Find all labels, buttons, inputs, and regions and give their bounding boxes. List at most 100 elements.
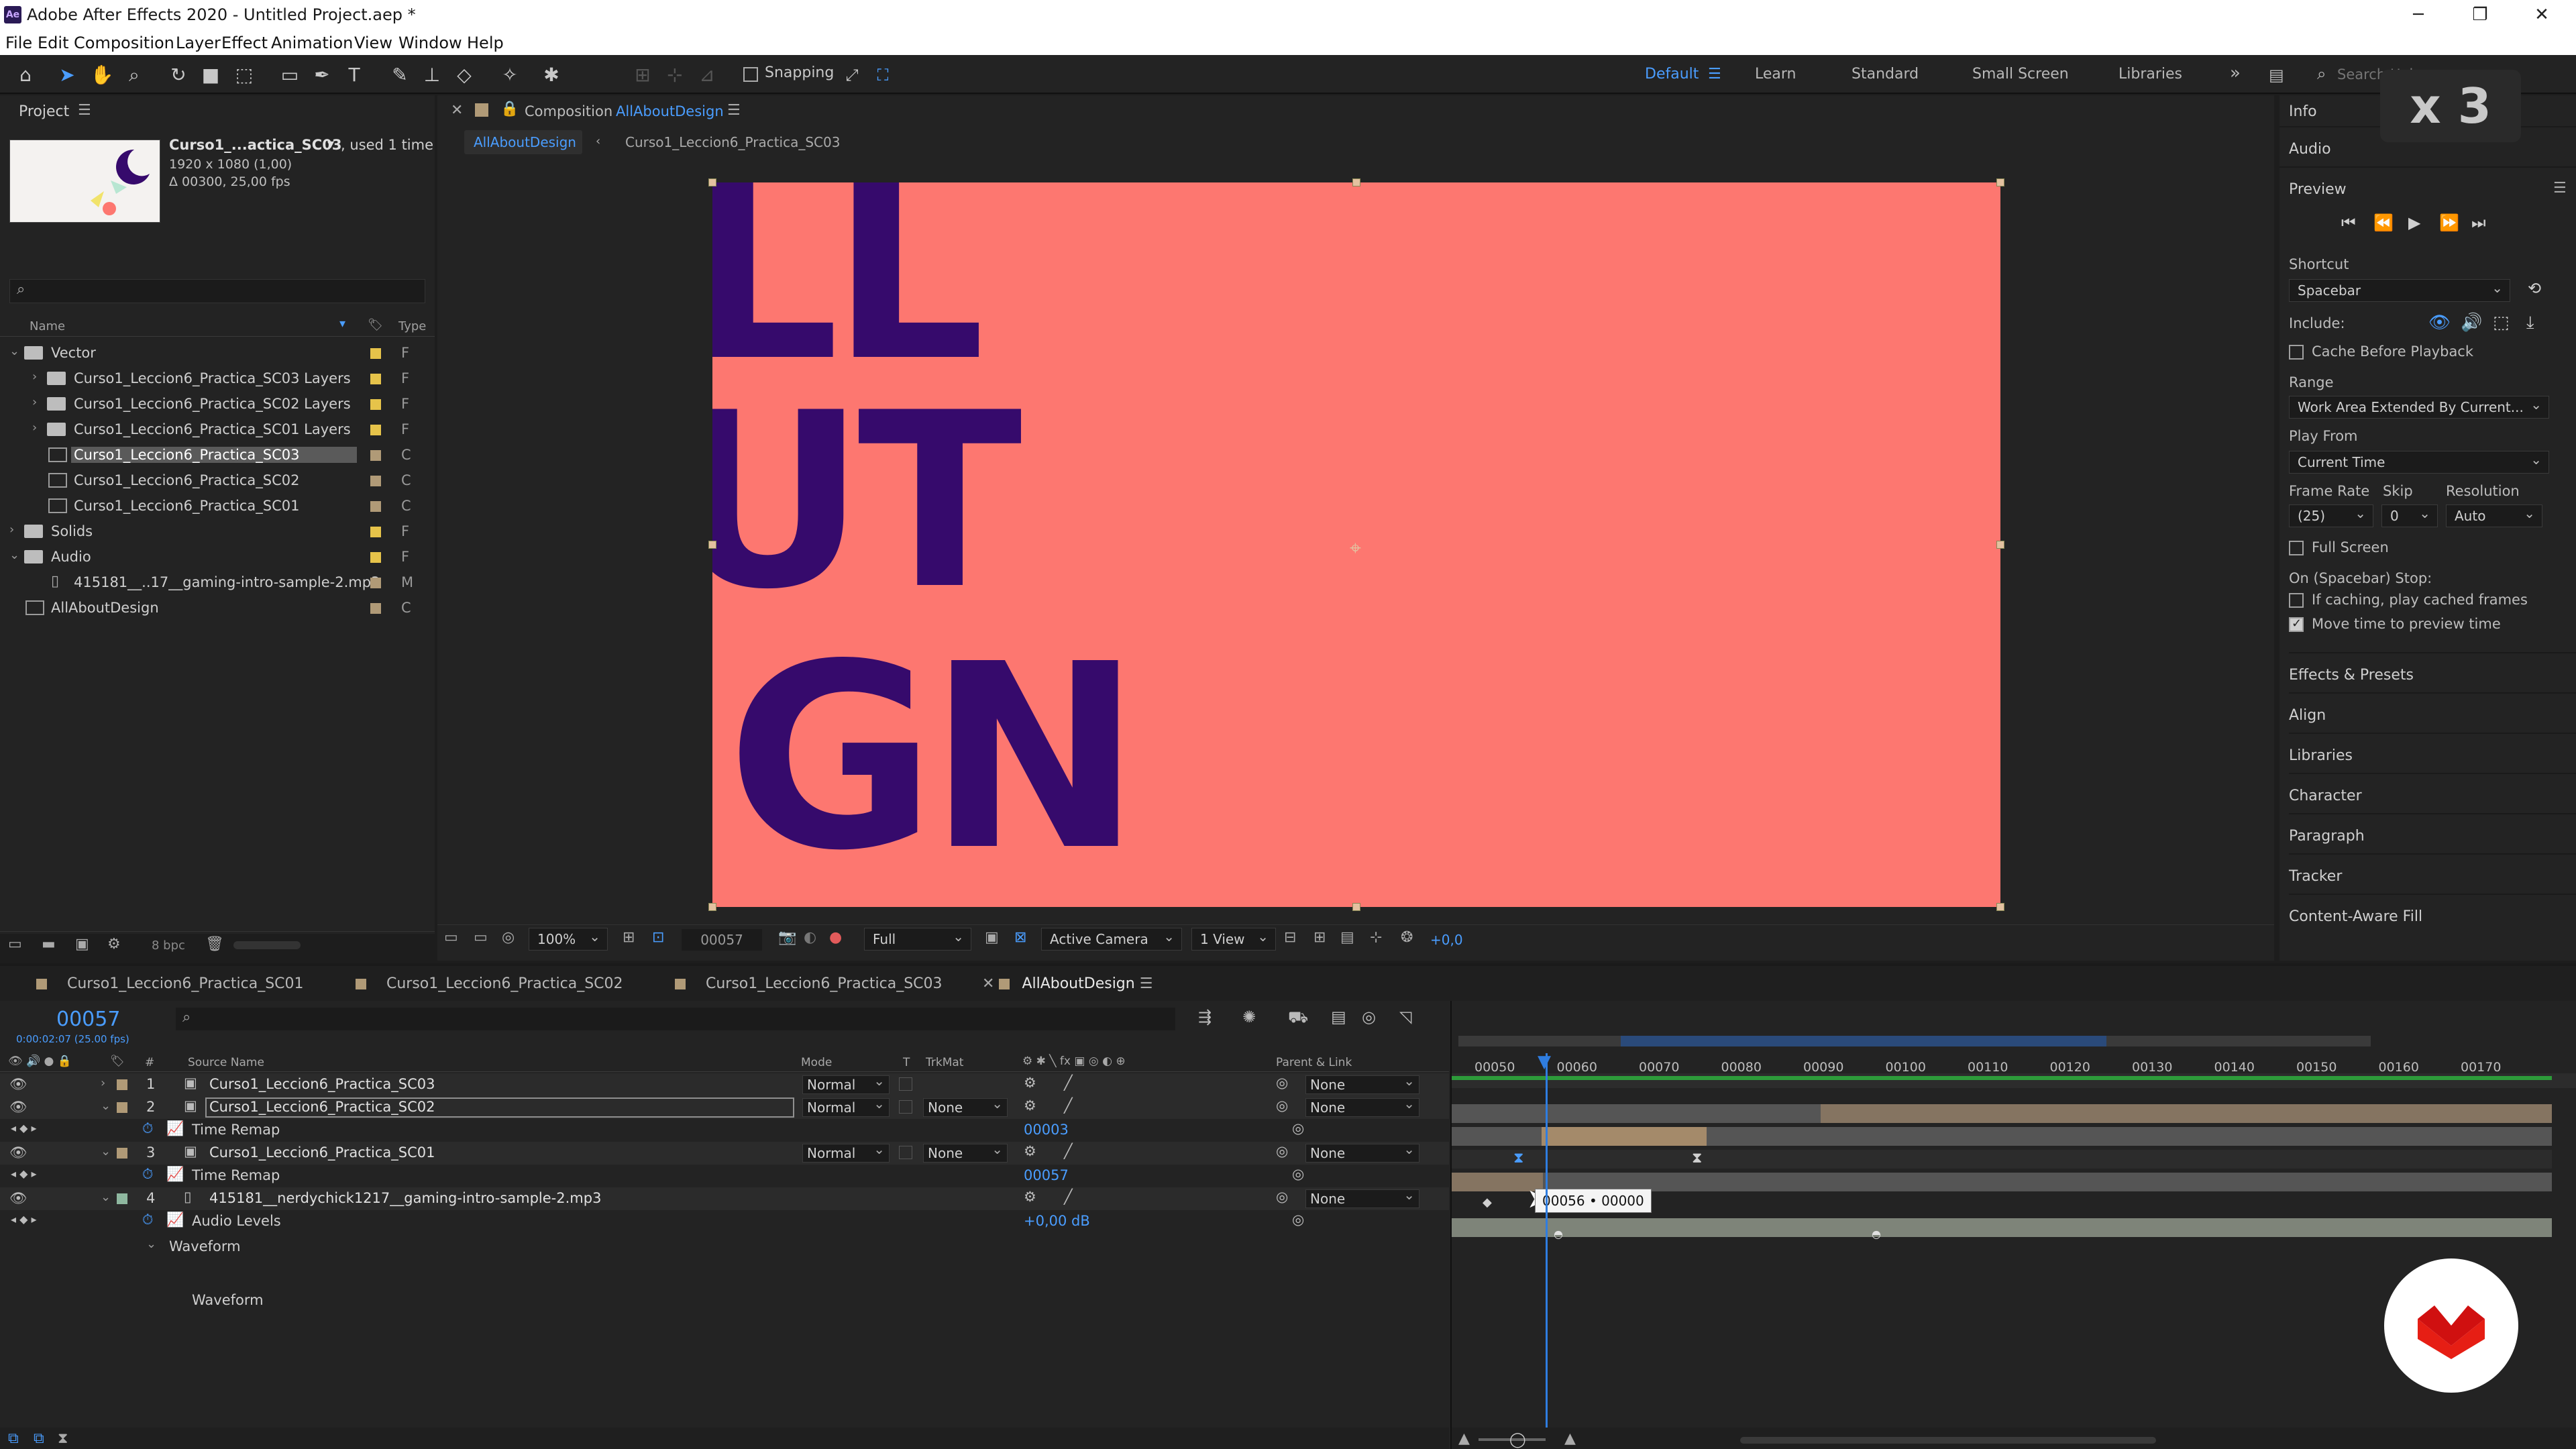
audio-keyframe-icon[interactable]: ◓ — [1554, 1228, 1563, 1240]
layer-label-swatch[interactable] — [117, 1193, 127, 1204]
parent-pickwhip-icon[interactable]: ◎ — [1276, 1097, 1288, 1114]
composition-canvas[interactable]: LL UT IGN ⌖ — [712, 182, 2000, 907]
transform-handle[interactable] — [1352, 903, 1360, 911]
workspace-small-screen[interactable]: Small Screen — [1972, 66, 2069, 83]
chevron-right-icon[interactable]: › — [32, 421, 37, 435]
label-color-swatch[interactable] — [370, 603, 381, 614]
comp-mini-flowchart-icon[interactable]: ⇶ — [1198, 1008, 1212, 1026]
preview-panel-title[interactable]: Preview — [2289, 181, 2347, 198]
zoom-tool-icon[interactable]: ⌕ — [122, 63, 146, 87]
project-menu-icon[interactable]: ☰ — [78, 102, 91, 119]
chevron-right-icon[interactable]: › — [9, 523, 14, 537]
audio-keyframe-icon[interactable]: ◓ — [1872, 1228, 1881, 1240]
chevron-right-icon[interactable]: › — [32, 370, 37, 384]
project-settings-icon[interactable]: ⚙ — [107, 936, 121, 953]
sort-arrow-icon[interactable]: ▾ — [339, 317, 345, 331]
workspace-default[interactable]: Default — [1645, 66, 1699, 83]
twirl-icon[interactable]: › — [101, 1076, 105, 1090]
timeline-tab[interactable]: Curso1_Leccion6_Practica_SC03 — [675, 975, 943, 992]
audio-panel-tab[interactable]: Audio — [2289, 141, 2331, 158]
menu-layer[interactable]: Layer — [176, 34, 221, 52]
home-icon[interactable]: ⌂ — [13, 63, 38, 87]
playhead-line[interactable] — [1546, 1053, 1548, 1449]
draft-3d-toggle-icon[interactable]: ✺ — [1242, 1008, 1256, 1026]
stopwatch-icon[interactable]: ⏱ — [142, 1166, 153, 1183]
menu-window[interactable]: Window — [398, 34, 462, 52]
menu-edit[interactable]: Edit — [38, 34, 68, 52]
snapping-checkbox[interactable] — [743, 67, 758, 82]
include-overlays-icon[interactable]: ⬚ — [2493, 313, 2510, 333]
keyframe-icon[interactable]: ◆ — [1483, 1195, 1492, 1210]
parent-dropdown[interactable]: None — [1305, 1186, 1419, 1208]
project-item[interactable]: Curso1_Leccion6_Practica_SC01 C — [0, 494, 435, 519]
shy-switch-icon[interactable]: ⚙ — [1024, 1143, 1036, 1159]
visibility-eye-icon[interactable]: 👁 — [9, 1144, 28, 1161]
comp-panel-name[interactable]: AllAboutDesign — [616, 103, 724, 119]
project-search-input[interactable]: ⌕ — [9, 279, 425, 303]
layer-2-duration-bar[interactable] — [1542, 1127, 1707, 1146]
parent-pickwhip-icon[interactable]: ◎ — [1276, 1075, 1288, 1091]
graph-icon[interactable]: 📈 — [166, 1212, 184, 1228]
blend-mode-dropdown[interactable]: Normal — [802, 1140, 890, 1163]
resolution-dropdown[interactable]: Full — [864, 926, 971, 951]
keyframe-icon[interactable]: ⧗ — [1692, 1150, 1702, 1167]
close-icon[interactable]: ✕ — [2512, 1, 2572, 28]
restore-icon[interactable]: ❐ — [2450, 1, 2510, 28]
quality-switch-icon[interactable]: ╱ — [1064, 1075, 1073, 1091]
menu-animation[interactable]: Animation — [271, 34, 353, 52]
anchor-point-icon[interactable]: ⌖ — [1350, 537, 1361, 560]
more-workspaces-icon[interactable]: » — [2230, 63, 2241, 83]
zoom-out-icon[interactable]: ▲ — [1458, 1430, 1470, 1447]
comp-lock-icon[interactable]: 🔒 — [500, 101, 519, 117]
expression-pickwhip-icon[interactable]: ◎ — [1292, 1166, 1304, 1182]
move-time-checkbox[interactable] — [2289, 616, 2304, 632]
shortcut-dropdown[interactable]: Spacebar — [2289, 277, 2510, 302]
eraser-tool-icon[interactable]: ◇ — [452, 63, 476, 87]
breadcrumb-active[interactable]: AllAboutDesign — [464, 130, 582, 154]
expand-transfer-controls-icon[interactable]: ⧉ — [34, 1430, 44, 1447]
if-caching-checkbox[interactable] — [2289, 593, 2304, 608]
transform-handle[interactable] — [1996, 178, 2004, 186]
puppet-tool-icon[interactable]: ✱ — [539, 63, 564, 87]
thumbnail-size-slider[interactable] — [233, 941, 301, 949]
frame-rate-dropdown[interactable]: (25) — [2289, 502, 2373, 527]
clone-stamp-tool-icon[interactable]: ⊥ — [420, 63, 444, 87]
chevron-down-icon[interactable]: ⌄ — [9, 548, 19, 562]
twirl-icon[interactable]: ⌄ — [146, 1237, 156, 1251]
expand-in-out-icon[interactable]: ⧗ — [58, 1430, 68, 1447]
blend-mode-dropdown[interactable]: Normal — [802, 1095, 890, 1117]
name-column-header[interactable]: Name — [30, 319, 65, 333]
include-layer-controls-icon[interactable]: ⤓ — [2526, 313, 2534, 333]
mask-visibility-icon[interactable]: ▭ — [474, 929, 488, 946]
label-color-swatch[interactable] — [370, 501, 381, 512]
menu-help[interactable]: Help — [467, 34, 504, 52]
workspace-learn[interactable]: Learn — [1755, 66, 1796, 83]
label-color-swatch[interactable] — [370, 450, 381, 461]
timeline-tab[interactable]: Curso1_Leccion6_Practica_SC02 — [356, 975, 623, 992]
brush-tool-icon[interactable]: ✎ — [388, 63, 412, 87]
parent-dropdown[interactable]: None — [1305, 1072, 1419, 1094]
color-channels-icon[interactable]: ● — [829, 929, 842, 946]
property-row[interactable]: ◂ ◆ ▸ ⏱ 📈 Time Remap 00003 ◎ — [0, 1119, 1449, 1142]
project-panel-title[interactable]: Project — [19, 103, 69, 120]
world-axis-icon[interactable]: ⊹ — [663, 63, 687, 87]
project-item[interactable]: › Curso1_Leccion6_Practica_SC02 Layers F — [0, 392, 435, 417]
project-item[interactable]: Curso1_Leccion6_Practica_SC02 C — [0, 468, 435, 494]
interpret-footage-icon[interactable]: ▭ — [8, 936, 22, 953]
last-frame-icon[interactable]: ⏭ — [2471, 213, 2486, 232]
pen-tool-icon[interactable]: ✒ — [310, 63, 334, 87]
workspace-standard[interactable]: Standard — [1851, 66, 1919, 83]
project-item[interactable]: ▯ 415181__..17__gaming-intro-sample-2.mp3… — [0, 570, 435, 596]
layer-row[interactable]: 👁 ⌄ 4 ▯ 415181__nerdychick1217__gaming-intro… — [0, 1186, 1449, 1210]
menu-view[interactable]: View — [354, 34, 392, 52]
time-ruler[interactable]: 00050 00060 00070 00080 00090 00100 00110 00120… — [1452, 1001, 2576, 1081]
mode-header[interactable]: Mode — [801, 1056, 832, 1069]
next-frame-icon[interactable]: ⏩ — [2439, 213, 2459, 232]
show-snapshot-icon[interactable]: ◐ — [804, 929, 816, 946]
new-folder-icon[interactable]: ▬ — [42, 936, 56, 953]
range-dropdown[interactable]: Work Area Extended By Current... — [2289, 394, 2549, 419]
transform-handle[interactable] — [1352, 178, 1360, 186]
playhead-icon[interactable]: ▼ — [1538, 1052, 1551, 1072]
layer-name[interactable]: Curso1_Leccion6_Practica_SC02 — [209, 1099, 435, 1115]
trkmat-header[interactable]: TrkMat — [926, 1056, 963, 1069]
